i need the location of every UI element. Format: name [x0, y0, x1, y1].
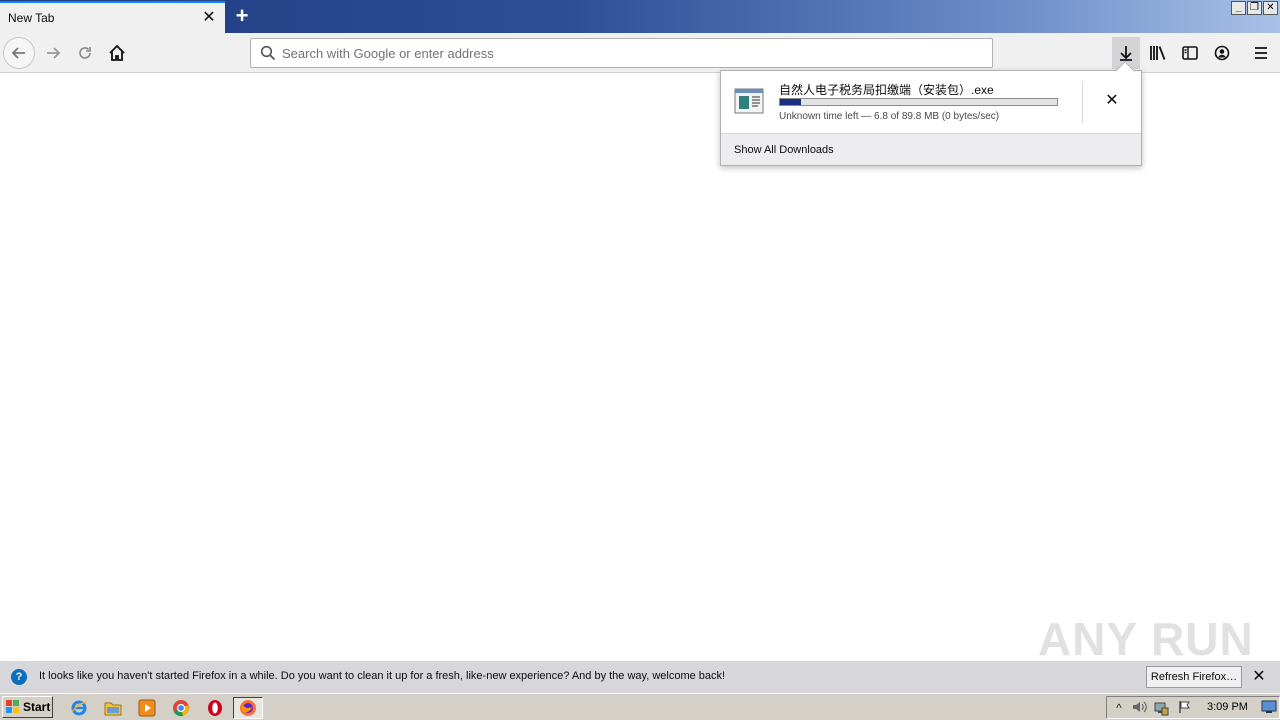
chrome-icon[interactable] — [170, 697, 192, 719]
tab-title: New Tab — [8, 11, 55, 25]
library-button[interactable] — [1144, 37, 1172, 69]
navigation-toolbar — [0, 33, 1280, 73]
cancel-download-icon[interactable]: ✕ — [1101, 90, 1123, 112]
firefox-icon[interactable] — [233, 697, 263, 719]
file-explorer-icon[interactable] — [102, 697, 124, 719]
forward-arrow-icon — [47, 47, 61, 59]
close-window-button[interactable]: ✕ — [1263, 1, 1278, 15]
network-icon[interactable] — [1153, 700, 1169, 716]
download-item[interactable]: 自然人电子税务局扣缴端（安装包）.exe Unknown time left —… — [721, 71, 1141, 133]
download-progress-bar — [779, 98, 1058, 106]
start-label: Start — [23, 700, 51, 714]
refresh-notification-bar: ? It looks like you haven't started Fire… — [0, 661, 1280, 693]
download-file-name: 自然人电子税务局扣缴端（安装包）.exe — [779, 83, 994, 97]
notification-text: It looks like you haven't started Firefo… — [39, 670, 726, 682]
url-input[interactable] — [282, 45, 962, 61]
notification-close-icon[interactable]: ✕ — [1250, 668, 1268, 686]
minimize-button[interactable]: _ — [1231, 1, 1246, 15]
back-arrow-icon — [11, 47, 25, 59]
download-progress-fill — [780, 99, 802, 105]
back-button[interactable] — [3, 37, 35, 69]
anyrun-watermark: ANY RUN — [1038, 613, 1254, 665]
title-bar: New Tab ✕ + _ ❐ ✕ — [0, 0, 1280, 33]
menu-button[interactable] — [1247, 37, 1275, 69]
download-arrow-icon — [1120, 46, 1132, 61]
divider — [1082, 81, 1083, 123]
tab-close-icon[interactable]: ✕ — [201, 10, 217, 26]
sidebar-button[interactable] — [1176, 37, 1204, 69]
download-status: Unknown time left — 6.8 of 89.8 MB (0 by… — [779, 111, 1000, 122]
tab-new-tab[interactable]: New Tab ✕ — [0, 1, 225, 33]
system-tray: ^ 3:09 PM — [1106, 696, 1280, 719]
start-button[interactable]: Start — [2, 696, 53, 718]
internet-explorer-icon[interactable] — [68, 697, 90, 719]
new-tab-button[interactable]: + — [230, 4, 254, 28]
home-icon — [109, 44, 125, 61]
forward-button[interactable] — [37, 37, 69, 69]
library-icon — [1150, 46, 1166, 60]
show-all-downloads-label: Show All Downloads — [734, 143, 834, 156]
downloads-panel: 自然人电子税务局扣缴端（安装包）.exe Unknown time left —… — [720, 70, 1142, 166]
account-icon — [1214, 45, 1230, 61]
home-button[interactable] — [101, 37, 133, 69]
executable-file-icon — [734, 87, 764, 115]
reload-button[interactable] — [69, 37, 101, 69]
show-desktop-icon[interactable] — [1261, 700, 1277, 716]
sidebar-icon — [1182, 46, 1198, 60]
windows-logo-icon — [6, 700, 20, 714]
restore-button[interactable]: ❐ — [1247, 1, 1262, 15]
show-hidden-icons-icon[interactable]: ^ — [1111, 700, 1127, 716]
reload-icon — [79, 47, 91, 59]
show-all-downloads-button[interactable]: Show All Downloads — [721, 133, 1141, 165]
search-icon — [260, 45, 276, 61]
hamburger-menu-icon — [1255, 47, 1267, 59]
action-center-flag-icon[interactable] — [1177, 700, 1193, 716]
account-button[interactable] — [1208, 37, 1236, 69]
taskbar-clock[interactable]: 3:09 PM — [1207, 701, 1248, 713]
volume-icon[interactable] — [1131, 700, 1147, 716]
window-controls: _ ❐ ✕ — [1231, 1, 1278, 15]
refresh-firefox-button[interactable]: Refresh Firefox… — [1146, 666, 1242, 688]
address-bar[interactable] — [250, 38, 993, 68]
media-player-icon[interactable] — [136, 697, 158, 719]
windows-taskbar: Start ^ 3:09 PM — [0, 693, 1280, 720]
opera-icon[interactable] — [204, 697, 226, 719]
info-icon: ? — [11, 669, 27, 685]
